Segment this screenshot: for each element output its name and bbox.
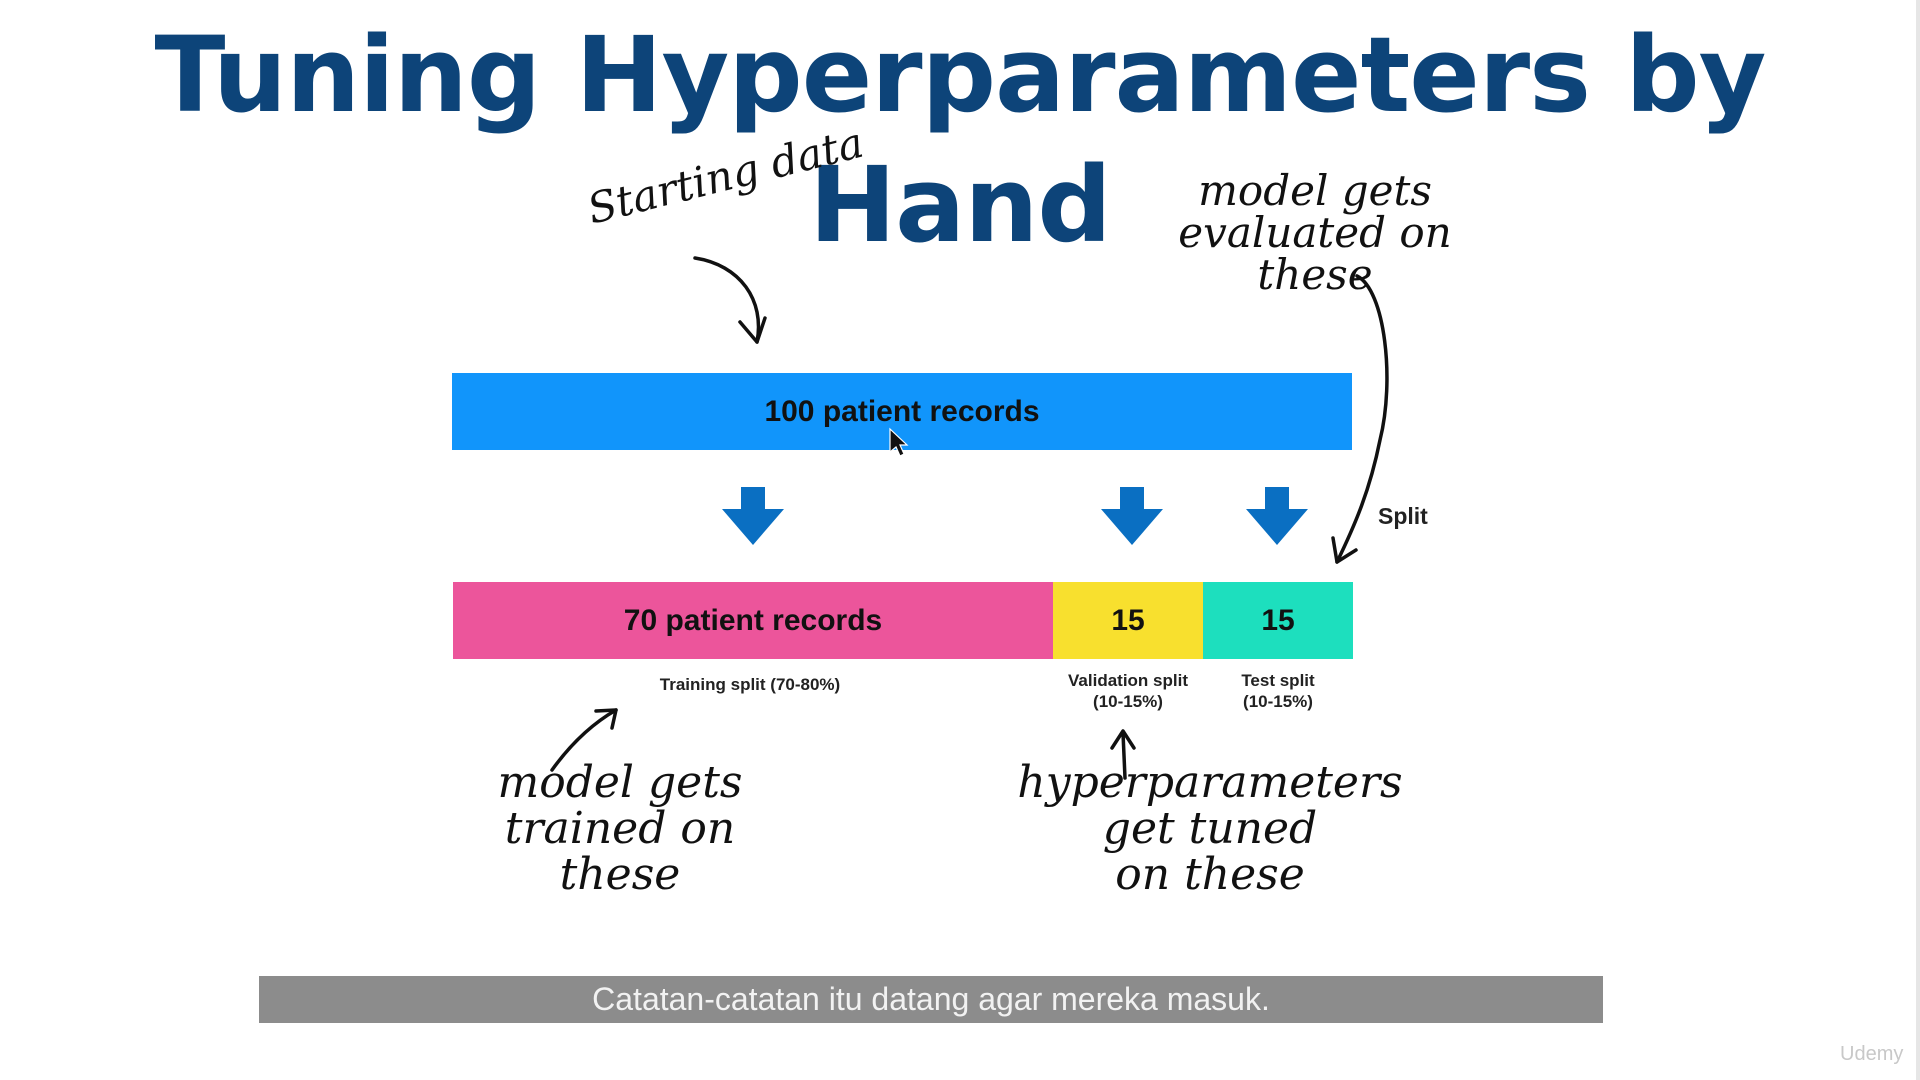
hand-drawn-arrow-icon [1110,729,1136,780]
diagram-overlay [550,256,1389,780]
subtitle-caption: Catatan-catatan itu datang agar mereka m… [259,976,1603,1023]
down-arrow-icon [1246,487,1308,545]
hand-drawn-arrow-icon [550,708,618,772]
down-arrow-icon [1101,487,1163,545]
mouse-cursor-icon [889,427,909,457]
hand-drawn-arrow-icon [693,256,767,344]
udemy-logo: Udemy [1840,1043,1904,1065]
slide: Tuning Hyperparameters by Hand 100 patie… [0,0,1920,1080]
down-arrow-icon [722,487,784,545]
subtitle-text: Catatan-catatan itu datang agar mereka m… [592,981,1270,1017]
right-edge-divider [1916,0,1920,1080]
hand-drawn-arrow-icon [1331,274,1389,564]
